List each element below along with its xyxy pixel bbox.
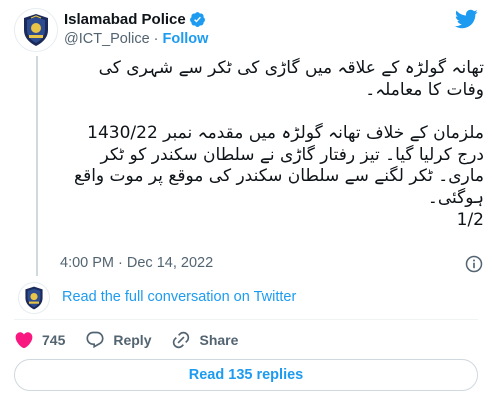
tweet-body: تھانہ گولڑہ کے علاقہ میں گاڑی کی ٹکر سے …	[60, 58, 484, 231]
author-info: Islamabad Police @ICT_Police · Follow	[64, 9, 394, 49]
author-handle[interactable]: @ICT_Police	[64, 31, 150, 47]
police-badge-icon	[15, 9, 57, 51]
tweet-embed-card: Islamabad Police @ICT_Police · Follow تھ…	[0, 0, 492, 400]
police-badge-small-icon	[19, 283, 49, 313]
tweet-header: Islamabad Police @ICT_Police · Follow	[14, 8, 478, 52]
handle-separator: ·	[153, 31, 159, 47]
like-count: 745	[42, 332, 66, 348]
thread-connector-line	[36, 56, 38, 276]
small-profile-avatar	[18, 282, 50, 314]
speech-bubble-icon	[86, 331, 104, 349]
read-replies-label: Read 135 replies	[188, 367, 304, 383]
tweet-meta: 4:00 PM · Dec 14, 2022	[60, 254, 484, 274]
author-display-name[interactable]: Islamabad Police	[64, 11, 186, 28]
read-replies-button[interactable]: Read 135 replies	[14, 359, 478, 391]
profile-avatar[interactable]	[14, 8, 58, 52]
like-button[interactable]: 745	[14, 330, 65, 350]
read-conversation-link[interactable]: Read the full conversation on Twitter	[62, 289, 296, 305]
heart-icon	[15, 332, 33, 349]
tweet-timestamp[interactable]: 4:00 PM · Dec 14, 2022	[60, 255, 213, 271]
reply-label: Reply	[113, 332, 152, 348]
info-icon[interactable]	[464, 254, 484, 274]
tweet-paragraph-1: تھانہ گولڑہ کے علاقہ میں گاڑی کی ٹکر سے …	[93, 58, 484, 100]
verified-badge-icon	[189, 11, 205, 27]
twitter-bird-icon[interactable]	[454, 8, 478, 30]
thread-page-count: 1/2	[456, 209, 484, 230]
follow-link[interactable]: Follow	[162, 31, 208, 47]
share-button[interactable]: Share	[171, 330, 238, 350]
share-label: Share	[199, 332, 239, 348]
actions-divider	[14, 319, 478, 320]
share-icon	[173, 331, 190, 349]
reply-button[interactable]: Reply	[85, 330, 151, 350]
tweet-paragraph-2: ملزمان کے خلاف تھانہ گولڑہ میں مقدمہ نمب…	[68, 123, 484, 208]
read-conversation-row[interactable]: Read the full conversation on Twitter	[18, 280, 478, 314]
tweet-actions: 745 Reply Share	[14, 328, 478, 352]
